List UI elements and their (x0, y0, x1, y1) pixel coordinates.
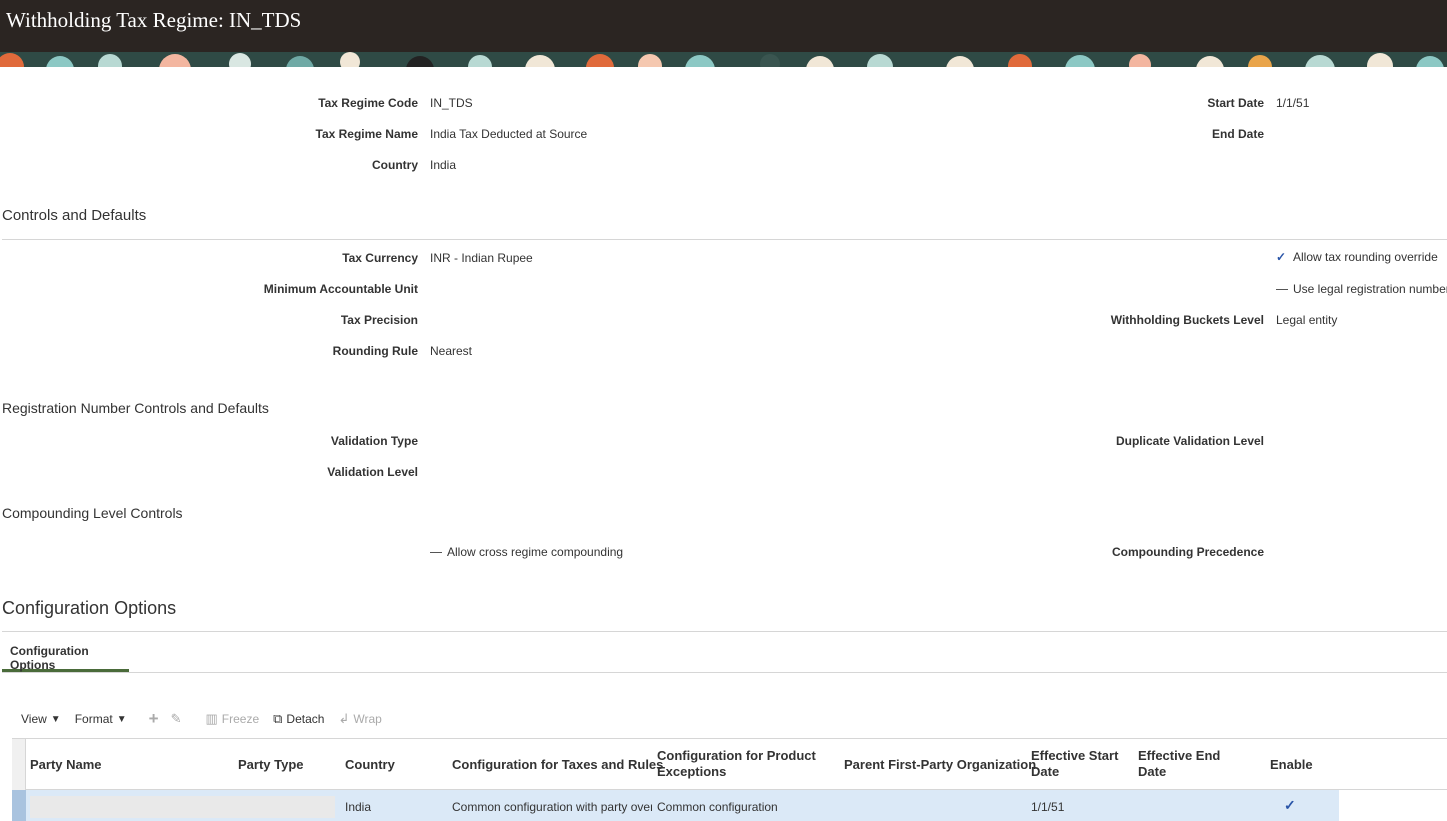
caret-down-icon: ▼ (50, 713, 61, 725)
edit-button[interactable]: ✎ (171, 711, 186, 727)
table-row[interactable]: India Common configuration with party ov… (12, 790, 1339, 821)
tab-divider (2, 672, 1447, 673)
min-accountable-unit-label: Minimum Accountable Unit (263, 282, 418, 296)
decorative-banner (0, 52, 1447, 67)
compounding-precedence-label: Compounding Precedence (1111, 545, 1264, 559)
view-menu[interactable]: View ▼ (21, 712, 61, 726)
tax-regime-code-value: IN_TDS (430, 96, 473, 110)
tab-configuration-options[interactable]: Configuration Options (2, 632, 129, 672)
caret-down-icon: ▼ (116, 713, 127, 725)
country-label: Country (372, 158, 418, 172)
config-section-title: Configuration Options (2, 598, 177, 618)
use-legal-registration-checkbox[interactable]: Use legal registration number (1276, 282, 1447, 296)
plus-icon: + (148, 709, 159, 728)
duplicate-validation-label: Duplicate Validation Level (1115, 434, 1264, 448)
withholding-buckets-label: Withholding Buckets Level (1110, 313, 1264, 327)
column-effective-start[interactable]: Effective Start Date (1031, 748, 1126, 780)
detach-button[interactable]: ⧉ Detach (273, 711, 324, 727)
column-country[interactable]: Country (345, 757, 395, 773)
party-name-cell (30, 796, 335, 818)
wrap-icon: ↲ (338, 711, 350, 726)
column-product-exceptions[interactable]: Configuration for Product Exceptions (657, 748, 827, 780)
controls-section-title: Controls and Defaults (2, 207, 147, 224)
configuration-options-table: Party Name Party Type Country Configurat… (12, 738, 1447, 821)
validation-level-label: Validation Level (327, 465, 418, 479)
compounding-section-title: Compounding Level Controls (2, 505, 183, 521)
tax-precision-label: Tax Precision (340, 313, 418, 327)
column-party-name[interactable]: Party Name (30, 757, 102, 773)
column-enable[interactable]: Enable (1270, 757, 1313, 773)
tax-regime-name-value: India Tax Deducted at Source (430, 127, 588, 141)
enable-checkmark-icon: ✓ (1284, 797, 1296, 813)
section-divider (2, 631, 1447, 632)
effective-start-cell: 1/1/51 (1031, 800, 1065, 814)
section-divider (2, 239, 1447, 240)
rounding-rule-value: Nearest (430, 344, 473, 358)
registration-section-title: Registration Number Controls and Default… (2, 400, 269, 416)
start-date-label: Start Date (1207, 96, 1264, 110)
freeze-icon: ▥ (205, 711, 218, 726)
column-parent-org[interactable]: Parent First-Party Organization (844, 757, 1036, 773)
allow-cross-regime-checkbox[interactable]: Allow cross regime compounding (430, 545, 623, 559)
page-header: Withholding Tax Regime: IN_TDS (0, 0, 1447, 67)
add-button[interactable]: + (149, 709, 163, 729)
column-party-type[interactable]: Party Type (238, 757, 304, 773)
taxes-rules-cell: Common configuration with party overr... (452, 800, 652, 814)
start-date-value: 1/1/51 (1276, 96, 1310, 110)
tax-regime-name-label: Tax Regime Name (315, 127, 419, 141)
tax-currency-value: INR - Indian Rupee (430, 251, 533, 265)
withholding-buckets-value: Legal entity (1276, 313, 1338, 327)
unchecked-dash-icon (430, 552, 442, 554)
country-value: India (430, 158, 457, 172)
column-taxes-rules[interactable]: Configuration for Taxes and Rules (452, 757, 663, 773)
pencil-icon: ✎ (170, 711, 182, 726)
freeze-button[interactable]: ▥ Freeze (205, 711, 259, 727)
table-header: Party Name Party Type Country Configurat… (12, 738, 1447, 791)
tax-regime-code-label: Tax Regime Code (318, 96, 418, 110)
page-title: Withholding Tax Regime: IN_TDS (6, 8, 302, 32)
rounding-rule-label: Rounding Rule (332, 344, 418, 358)
row-selector[interactable] (12, 790, 26, 821)
column-effective-end[interactable]: Effective End Date (1138, 748, 1228, 780)
wrap-button[interactable]: ↲ Wrap (338, 711, 381, 727)
format-menu[interactable]: Format ▼ (75, 712, 127, 726)
detach-icon: ⧉ (273, 711, 283, 726)
unchecked-dash-icon (1276, 289, 1288, 291)
country-cell: India (345, 800, 372, 814)
allow-rounding-override-checkbox[interactable]: ✓ Allow tax rounding override (1276, 250, 1438, 264)
checkmark-icon: ✓ (1276, 250, 1287, 264)
table-toolbar: View ▼ Format ▼ + ✎ ▥ Freeze ⧉ Detach ↲ Wrap (21, 709, 396, 729)
validation-type-label: Validation Type (330, 434, 418, 448)
tax-currency-label: Tax Currency (342, 251, 418, 265)
end-date-label: End Date (1211, 127, 1264, 141)
product-exceptions-cell: Common configuration (657, 800, 778, 814)
